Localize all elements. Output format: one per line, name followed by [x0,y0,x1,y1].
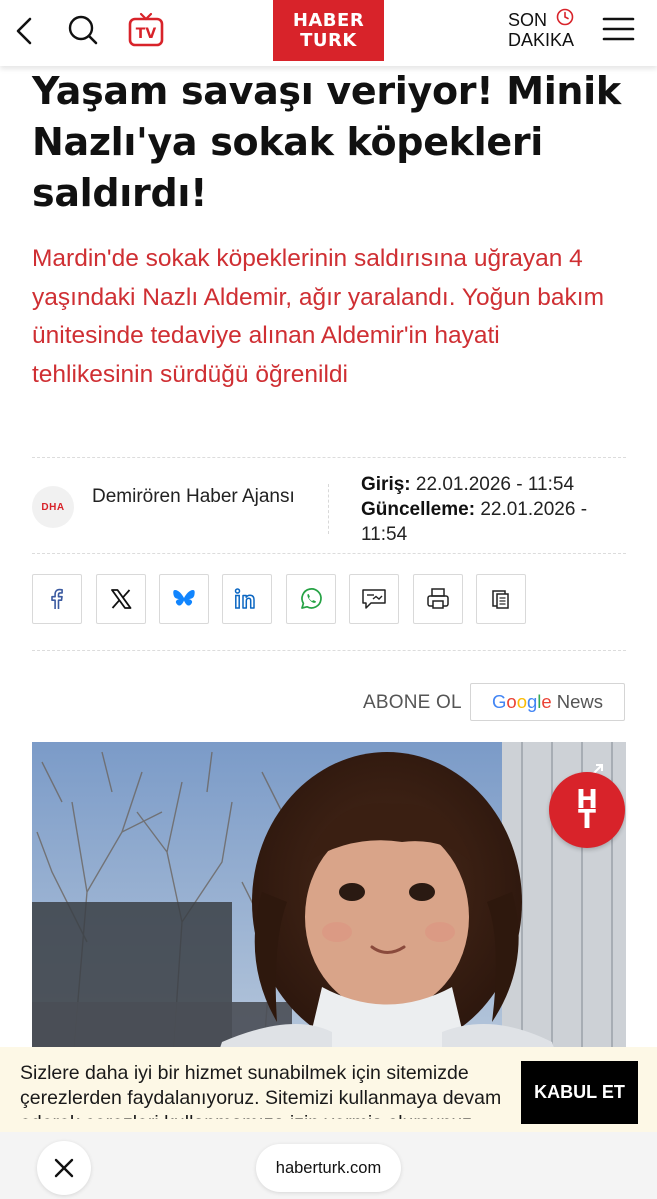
article-headline: Yaşam savaşı veriyor! Minik Nazlı'ya sok… [32,69,621,215]
facebook-icon [51,588,63,609]
tv-icon[interactable]: TV [127,12,165,48]
google-letter: o [516,691,527,712]
agency-logo-text: DHA [41,501,65,513]
x-share-button[interactable] [96,574,146,624]
back-icon[interactable] [12,14,40,48]
tv-label: TV [136,26,157,42]
article-dates: Giriş: 22.01.2026 - 11:54 Güncelleme: 22… [361,472,631,547]
google-news-text: News [556,691,603,712]
cookie-text: Sizlere daha iyi bir hizmet sunabilmek i… [20,1062,502,1119]
ht-badge-text: HT [576,787,598,833]
copy-share-button[interactable] [476,574,526,624]
subscribe-label: ABONE OL [363,692,462,713]
print-share-button[interactable] [413,574,463,624]
facebook-share-button[interactable] [32,574,82,624]
google-letter: o [506,691,517,712]
child-photo [32,742,626,1072]
menu-icon[interactable] [602,14,635,44]
agency-logo: DHA [32,486,74,528]
linkedin-share-button[interactable] [222,574,272,624]
ht-badge-t: T [578,805,596,835]
published-label: Giriş: [361,474,411,495]
copy-icon [492,590,509,609]
article-photo[interactable] [32,742,626,1072]
agency-name[interactable]: Demirören Haber Ajansı [92,484,302,509]
comment-share-button[interactable] [349,574,399,624]
ht-logo-badge[interactable]: HT [549,772,625,848]
published-value: 22.01.2026 - 11:54 [415,474,575,495]
close-icon [54,1158,74,1178]
linkedin-icon [234,588,255,609]
google-letter: g [527,691,538,712]
son-dakika-link[interactable]: SON DAKIKA [508,8,588,50]
divider [32,457,626,458]
top-header: TV HABER TURK SON DAKIKA [0,0,657,66]
published-date: Giriş: 22.01.2026 - 11:54 [361,472,631,497]
haberturk-logo[interactable]: HABER TURK [273,0,384,61]
accept-cookies-button[interactable]: KABUL ET [521,1061,638,1124]
whatsapp-share-button[interactable] [286,574,336,624]
url-bar[interactable]: haberturk.com [256,1144,401,1192]
divider [32,650,626,651]
logo-line-1: HABER [292,9,365,31]
search-icon[interactable] [66,12,100,48]
google-letter: G [492,691,507,712]
son-dakika-line-1: SON [508,10,548,30]
google-letter: e [541,691,552,712]
divider [32,553,626,554]
x-icon [111,589,132,609]
clock-icon [556,8,574,26]
comment-icon [362,589,386,609]
google-news-button[interactable]: Google News [470,683,625,721]
whatsapp-icon [301,588,322,609]
son-dakika-line-2: DAKIKA [508,30,575,50]
print-icon [427,588,449,609]
close-button[interactable] [37,1141,91,1195]
bluesky-icon [173,590,195,606]
article-summary: Mardin'de sokak köpeklerinin saldırısına… [32,245,604,388]
bluesky-share-button[interactable] [159,574,209,624]
updated-date: Güncelleme: 22.01.2026 - 11:54 [361,497,631,547]
updated-label: Güncelleme: [361,499,476,520]
logo-line-2: TURK [300,29,357,51]
divider [328,484,329,534]
share-bar [32,574,552,624]
